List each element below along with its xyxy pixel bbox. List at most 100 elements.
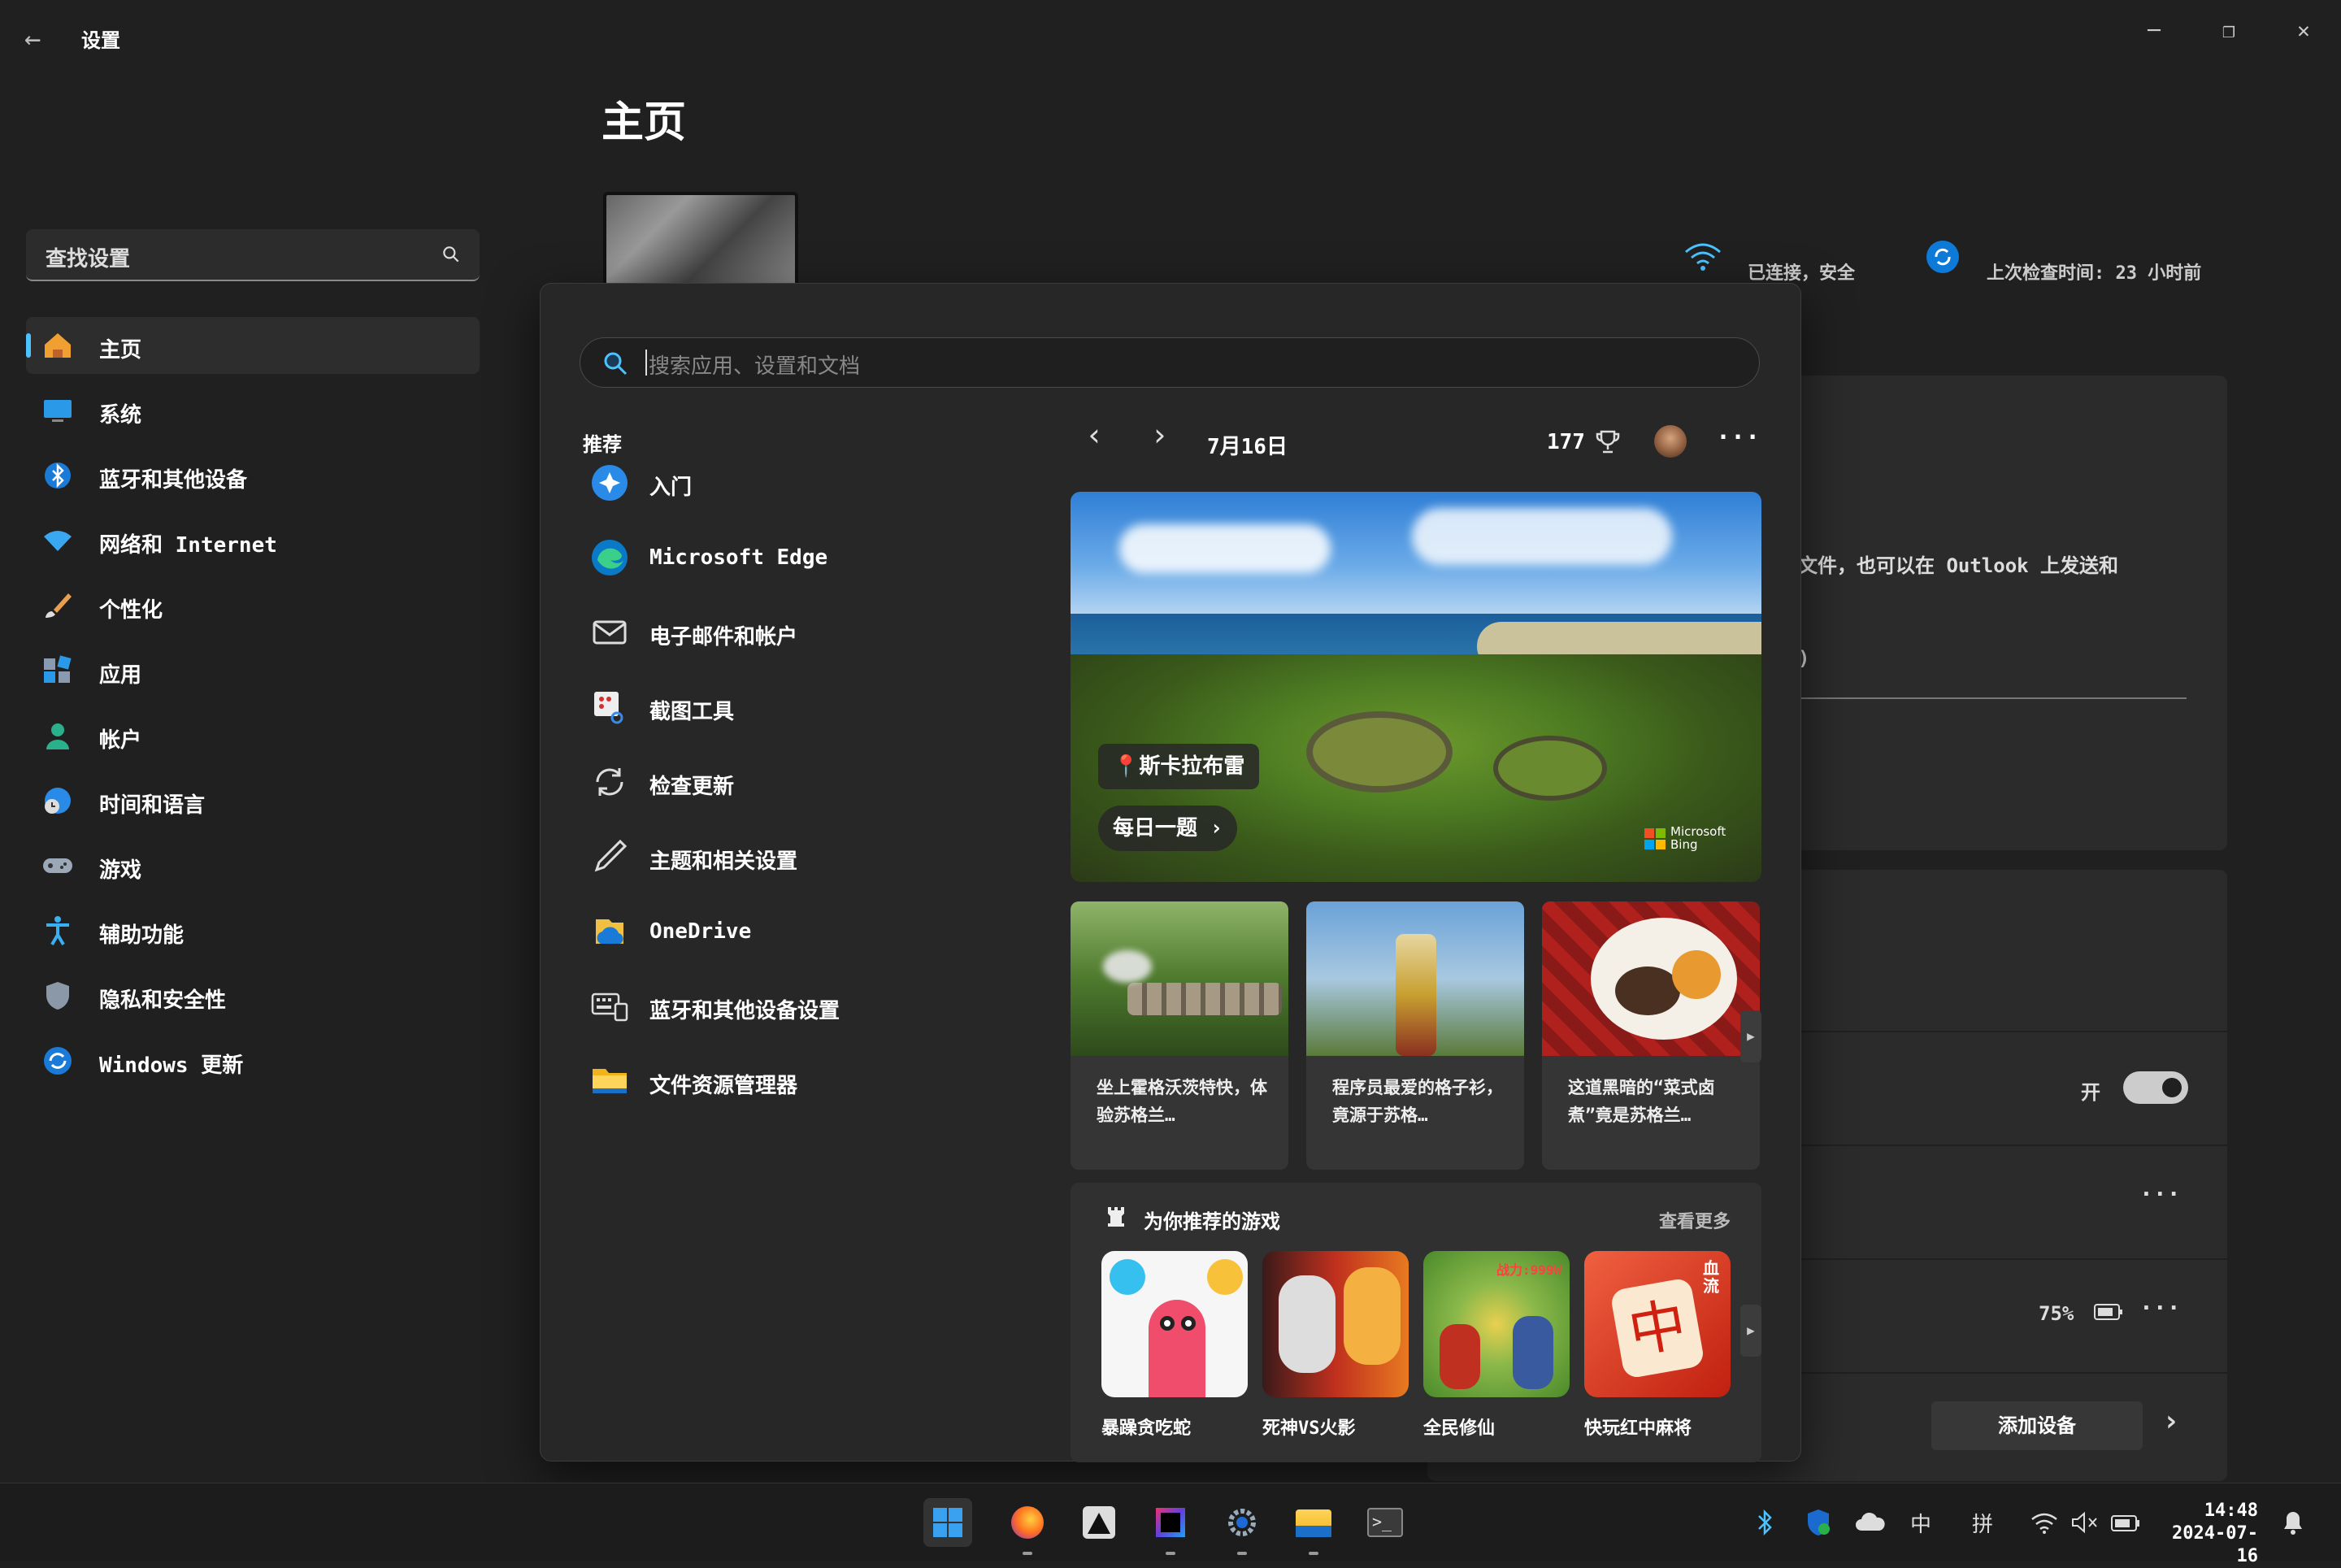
intellij-icon[interactable] <box>1146 1498 1195 1547</box>
games-see-more-link[interactable]: 查看更多 <box>1659 1207 1731 1233</box>
cloud <box>1119 524 1331 573</box>
gamepad-icon <box>41 849 75 883</box>
wifi-tray-icon[interactable] <box>2030 1511 2058 1534</box>
recommended-item[interactable]: Microsoft Edge <box>589 529 1045 586</box>
terminal-icon[interactable]: >_ <box>1361 1498 1409 1547</box>
maximize-button[interactable]: ❐ <box>2204 15 2253 47</box>
start-search-input[interactable]: 搜索应用、设置和文档 <box>580 337 1760 388</box>
recommended-item-label: 检查更新 <box>649 775 735 799</box>
highlight-hero-image[interactable]: 📍斯卡拉布雷 每日一题 › Microsoft Bing <box>1071 492 1761 882</box>
sidebar-item-bluetooth[interactable]: 蓝牙和其他设备 <box>26 447 480 504</box>
news-scroll-right-button[interactable]: ▶ <box>1740 1010 1761 1062</box>
piper-figure <box>1396 934 1436 1056</box>
character-left <box>1279 1275 1336 1373</box>
recommended-item[interactable]: 入门 <box>589 454 1045 511</box>
firefox-icon[interactable] <box>1003 1498 1052 1547</box>
firefox-logo <box>1011 1506 1044 1539</box>
more-options-button[interactable]: ··· <box>2139 1180 2181 1207</box>
recommended-item-label: 电子邮件和帐户 <box>649 625 798 649</box>
sidebar-item-gamepad[interactable]: 游戏 <box>26 837 480 894</box>
recommended-item[interactable]: 蓝牙和其他设备设置 <box>589 978 1045 1035</box>
sidebar-item-apps[interactable]: 应用 <box>26 642 480 699</box>
account-icon <box>41 719 75 753</box>
next-day-button[interactable]: › <box>1150 417 1169 453</box>
toggle-state-label: 开 <box>2081 1081 2100 1104</box>
sidebar-item-clock-globe[interactable]: 时间和语言 <box>26 772 480 829</box>
cloud <box>1412 508 1672 565</box>
toggle-switch[interactable] <box>2123 1071 2188 1104</box>
microsoft-logo-icon <box>1644 828 1666 849</box>
search-icon <box>443 246 459 263</box>
notification-bell-icon[interactable] <box>2281 1509 2305 1535</box>
inkscape-icon[interactable] <box>1075 1498 1123 1547</box>
sidebar-item-label: 网络和 Internet <box>99 533 277 558</box>
bluetooth-tray-icon[interactable] <box>1756 1509 1774 1535</box>
minimize-button[interactable]: ─ <box>2130 15 2178 47</box>
sidebar-item-home[interactable]: 主页 <box>26 317 480 374</box>
daily-quiz-button[interactable]: 每日一题 › <box>1098 806 1238 851</box>
apps-icon <box>41 654 75 688</box>
game-label: 全民修仙 <box>1423 1418 1496 1439</box>
location-pill[interactable]: 📍斯卡拉布雷 <box>1098 744 1260 789</box>
recommended-title: 推荐 <box>583 433 622 456</box>
news-card[interactable]: 坐上霍格沃茨特快，体验苏格兰… <box>1071 901 1288 1170</box>
volume-muted-icon[interactable] <box>2071 1511 2099 1534</box>
news-card[interactable]: 这道黑暗的“菜式卤煮”竟是苏格兰… <box>1542 901 1760 1170</box>
battery-tray-icon[interactable] <box>2110 1511 2141 1534</box>
start-menu: 搜索应用、设置和文档 推荐 入门 Microsoft Edge 电子邮件和帐户截图工… <box>540 283 1801 1462</box>
clock[interactable]: 14:48 2024-07-16 <box>2154 1500 2258 1568</box>
snake-ball <box>1110 1259 1145 1295</box>
games-scroll-right-button[interactable]: ▶ <box>1740 1305 1761 1357</box>
game-tile-bleach-naruto[interactable] <box>1262 1251 1409 1397</box>
game-tile-cultivation[interactable]: 战力:999W <box>1423 1251 1570 1397</box>
rewards-points[interactable]: 177 <box>1547 430 1585 454</box>
settings-gear-icon[interactable] <box>1218 1498 1266 1547</box>
sidebar-item-shield[interactable]: 隐私和安全性 <box>26 967 480 1024</box>
game-tile-mahjong[interactable]: 中 血流 <box>1584 1251 1731 1397</box>
recommended-item-label: 文件资源管理器 <box>649 1074 798 1098</box>
ime-language-indicator[interactable]: 中 <box>1910 1508 1931 1538</box>
add-device-button[interactable]: 添加设备 <box>1931 1401 2143 1450</box>
bing-brand-text: Microsoft Bing <box>1670 824 1726 852</box>
sidebar-item-brush[interactable]: 个性化 <box>26 577 480 634</box>
start-button[interactable] <box>923 1498 972 1547</box>
onedrive-cloud-icon[interactable] <box>1855 1511 1886 1532</box>
recommended-item[interactable]: 检查更新 <box>589 754 1045 810</box>
recommended-item[interactable]: 截图工具 <box>589 679 1045 736</box>
file-explorer-icon[interactable] <box>1289 1498 1338 1547</box>
more-options-button[interactable]: ··· <box>1716 423 1760 452</box>
sidebar-item-update[interactable]: Windows 更新 <box>26 1032 480 1089</box>
game-tile-snake[interactable] <box>1101 1251 1248 1397</box>
clock-time: 14:48 <box>2204 1501 2258 1521</box>
card-divider <box>1798 697 2187 699</box>
snipping-tool-icon <box>589 687 630 728</box>
start-search-placeholder: 搜索应用、设置和文档 <box>649 354 861 379</box>
terminal-prompt: >_ <box>1367 1508 1403 1537</box>
recommended-item[interactable]: 电子邮件和帐户 <box>589 604 1045 661</box>
sidebar-item-accessibility[interactable]: 辅助功能 <box>26 902 480 959</box>
security-shield-icon[interactable] <box>1805 1508 1832 1537</box>
profile-picture[interactable] <box>603 192 798 289</box>
news-card[interactable]: 程序员最爱的格子衫，竟源于苏格… <box>1306 901 1524 1170</box>
snake-eye <box>1160 1316 1175 1331</box>
ime-mode-indicator[interactable]: 拼 <box>1972 1508 1993 1538</box>
recommended-item[interactable]: OneDrive <box>589 903 1045 960</box>
recommended-item[interactable]: 文件资源管理器 <box>589 1053 1045 1110</box>
back-arrow-icon[interactable]: ← <box>24 23 57 55</box>
game-power-text: 战力:999W <box>1496 1262 1562 1278</box>
chevron-right-icon[interactable]: › <box>2162 1405 2180 1438</box>
user-avatar[interactable] <box>1654 425 1687 458</box>
sidebar-item-wifi[interactable]: 网络和 Internet <box>26 512 480 569</box>
sidebar-item-label: 隐私和安全性 <box>99 988 227 1013</box>
previous-day-button[interactable]: ‹ <box>1085 417 1104 453</box>
news-title: 这道黑暗的“菜式卤煮”竟是苏格兰… <box>1568 1078 1715 1125</box>
clock-date: 2024-07-16 <box>2172 1523 2258 1566</box>
close-button[interactable]: ✕ <box>2279 15 2328 47</box>
recommended-item[interactable]: 主题和相关设置 <box>589 828 1045 885</box>
sidebar-item-label: 辅助功能 <box>99 923 185 948</box>
settings-search-input[interactable]: 查找设置 <box>26 229 480 281</box>
more-options-button[interactable]: ··· <box>2139 1294 2181 1321</box>
sidebar-item-system[interactable]: 系统 <box>26 382 480 439</box>
running-indicator <box>1166 1552 1175 1555</box>
sidebar-item-account[interactable]: 帐户 <box>26 707 480 764</box>
